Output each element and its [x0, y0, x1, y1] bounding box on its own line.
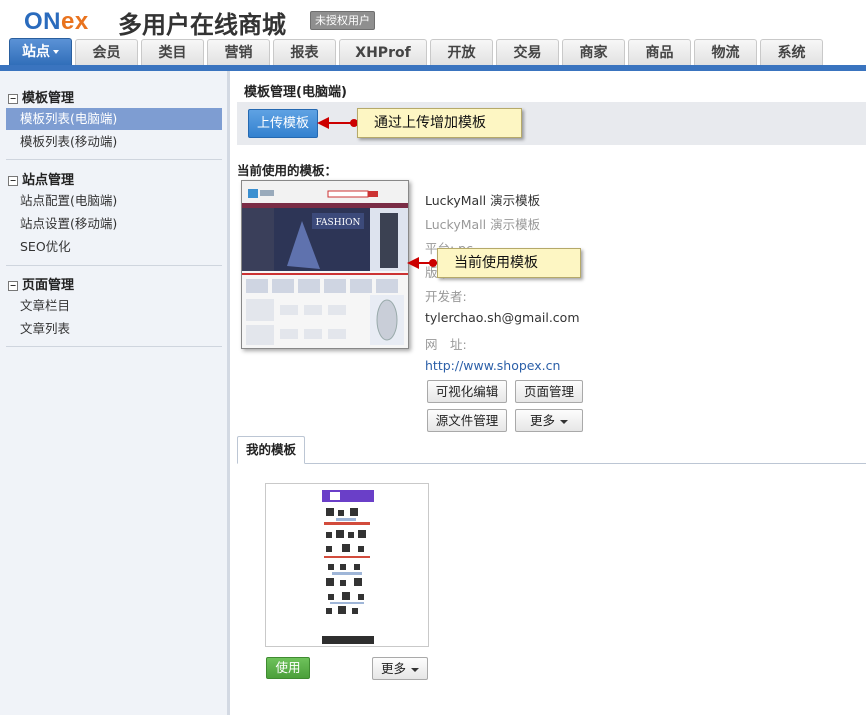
nav-tab-merchant[interactable]: 商家: [562, 39, 625, 66]
sidebar-item-site-config-mobile[interactable]: 站点设置(移动端): [6, 213, 222, 235]
sidebar-group-site[interactable]: − 站点管理: [8, 169, 74, 188]
license-badge: 未授权用户: [310, 11, 375, 30]
nav-tab-trade[interactable]: 交易: [496, 39, 559, 66]
sidebar-group-page[interactable]: − 页面管理: [8, 274, 74, 293]
sidebar-item-seo[interactable]: SEO优化: [6, 236, 222, 258]
nav-tab-reports[interactable]: 报表: [273, 39, 336, 66]
source-file-button[interactable]: 源文件管理: [427, 409, 507, 432]
sidebar-item-template-pc[interactable]: 模板列表(电脑端): [6, 108, 222, 130]
header: ONex 多用户在线商城 未授权用户 站点 会员 类目 营销 报表 XHProf…: [0, 0, 866, 71]
more-dropdown-button[interactable]: 更多: [515, 409, 583, 432]
page-title: 模板管理(电脑端): [244, 85, 347, 100]
nav-tab-marketing[interactable]: 营销: [207, 39, 270, 66]
nav-tab-xhprof[interactable]: XHProf: [339, 39, 427, 66]
sidebar-item-article-columns[interactable]: 文章栏目: [6, 295, 222, 317]
current-template-callout: 当前使用模板: [437, 248, 581, 278]
sidebar-divider: [6, 159, 222, 160]
current-template-label: 当前使用的模板：: [237, 163, 338, 178]
sidebar-divider: [6, 346, 222, 347]
visual-edit-button[interactable]: 可视化编辑: [427, 380, 507, 403]
template-email: tylerchao.sh@gmail.com: [425, 310, 580, 325]
nav-tab-open[interactable]: 开放: [430, 39, 493, 66]
card-more-dropdown-button[interactable]: 更多: [372, 657, 428, 680]
nav-tab-category[interactable]: 类目: [141, 39, 204, 66]
template-url-link[interactable]: http://www.shopex.cn: [425, 358, 560, 373]
chevron-down-icon: [411, 667, 419, 672]
template-preview-image: FASHION: [242, 181, 408, 348]
template-site-label: 网 址:: [425, 337, 467, 352]
collapse-icon: −: [8, 94, 18, 104]
nav-tab-goods[interactable]: 商品: [628, 39, 691, 66]
tab-my-templates[interactable]: 我的模板: [237, 436, 305, 464]
main-content: 模板管理(电脑端) 上传模板 通过上传增加模板 当前使用的模板： FASHION: [233, 71, 866, 715]
sidebar-divider: [6, 265, 222, 266]
use-template-button[interactable]: 使用: [266, 657, 310, 679]
tab-divider: [237, 463, 866, 464]
site-name: 多用户在线商城: [118, 11, 286, 39]
template-developer-label: 开发者:: [425, 289, 467, 304]
template-name: LuckyMall 演示模板: [425, 193, 541, 208]
upload-callout: 通过上传增加模板: [357, 108, 522, 138]
my-template-preview-image: [322, 490, 374, 644]
my-template-card[interactable]: [265, 483, 429, 647]
sidebar-item-article-list[interactable]: 文章列表: [6, 318, 222, 340]
sidebar: − 模板管理 模板列表(电脑端) 模板列表(移动端) − 站点管理 站点配置(电脑端…: [0, 71, 230, 715]
nav-tab-system[interactable]: 系统: [760, 39, 823, 66]
sidebar-group-template[interactable]: − 模板管理: [8, 87, 74, 106]
page-manage-button[interactable]: 页面管理: [515, 380, 583, 403]
sidebar-item-site-config-pc[interactable]: 站点配置(电脑端): [6, 190, 222, 212]
main-nav: 站点 会员 类目 营销 报表 XHProf 开放 交易 商家 商品 物流 系统: [0, 38, 866, 66]
chevron-down-icon: [53, 50, 59, 54]
collapse-icon: −: [8, 281, 18, 291]
nav-tab-site[interactable]: 站点: [9, 38, 72, 66]
nav-tab-logistics[interactable]: 物流: [694, 39, 757, 66]
sidebar-item-template-mobile[interactable]: 模板列表(移动端): [6, 131, 222, 153]
chevron-down-icon: [560, 419, 568, 424]
svg-text:FASHION: FASHION: [316, 218, 361, 228]
logo[interactable]: ONex: [24, 8, 89, 36]
current-template-thumbnail[interactable]: FASHION: [241, 180, 409, 349]
nav-tab-member[interactable]: 会员: [75, 39, 138, 66]
collapse-icon: −: [8, 176, 18, 186]
template-name-sub: LuckyMall 演示模板: [425, 217, 541, 232]
upload-template-button[interactable]: 上传模板: [248, 109, 318, 138]
